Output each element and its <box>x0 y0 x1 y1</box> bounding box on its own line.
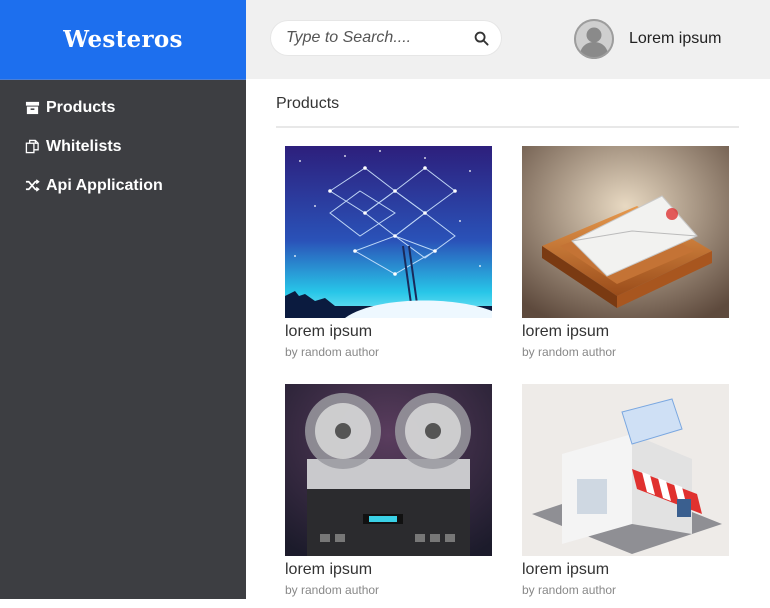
main-content: Products lorem ipsum by random author lo… <box>276 80 739 608</box>
sidebar-item-whitelists[interactable]: Whitelists <box>0 127 246 166</box>
search-icon[interactable] <box>474 31 489 46</box>
copy-icon <box>25 139 40 154</box>
product-author: by random author <box>522 345 617 359</box>
archive-icon <box>25 100 40 115</box>
product-author: by random author <box>285 583 380 597</box>
sidebar-item-label: Api Application <box>46 176 163 194</box>
product-image-envelope-tray[interactable] <box>522 146 729 318</box>
user-name[interactable]: Lorem ipsum <box>629 30 721 48</box>
sidebar-item-products[interactable]: Products <box>0 88 246 127</box>
shuffle-icon <box>25 178 40 193</box>
product-image-reel-to-reel-tape-recorder[interactable] <box>285 384 492 556</box>
topbar: Lorem ipsum <box>246 0 770 79</box>
product-author: by random author <box>285 345 380 359</box>
search-input[interactable] <box>286 29 466 47</box>
search-box <box>271 21 501 55</box>
sidebar: Westeros Products Whitelists Api Applica… <box>0 0 246 599</box>
sidebar-item-api-application[interactable]: Api Application <box>0 166 246 205</box>
product-title[interactable]: lorem ipsum <box>522 561 729 579</box>
product-card[interactable]: lorem ipsum by random author <box>522 146 729 359</box>
product-title[interactable]: lorem ipsum <box>522 323 729 341</box>
product-title[interactable]: lorem ipsum <box>285 561 492 579</box>
sidebar-item-label: Products <box>46 98 116 116</box>
product-card[interactable]: lorem ipsum by random author <box>285 146 492 359</box>
product-author: by random author <box>522 583 617 597</box>
sidebar-item-label: Whitelists <box>46 137 122 155</box>
brand-logo[interactable]: Westeros <box>0 0 246 80</box>
product-title[interactable]: lorem ipsum <box>285 323 492 341</box>
page-title: Products <box>276 95 340 112</box>
user-menu[interactable]: Lorem ipsum <box>574 18 721 60</box>
sidebar-nav: Products Whitelists Api Application <box>0 80 246 205</box>
product-card[interactable]: lorem ipsum by random author <box>522 384 729 597</box>
user-avatar-icon[interactable] <box>574 19 614 59</box>
product-image-dropbox-starry-night[interactable] <box>285 146 492 318</box>
product-grid: lorem ipsum by random author lorem ipsum… <box>276 128 739 608</box>
product-card[interactable]: lorem ipsum by random author <box>285 384 492 597</box>
product-image-sweet-shop-building[interactable] <box>522 384 729 556</box>
